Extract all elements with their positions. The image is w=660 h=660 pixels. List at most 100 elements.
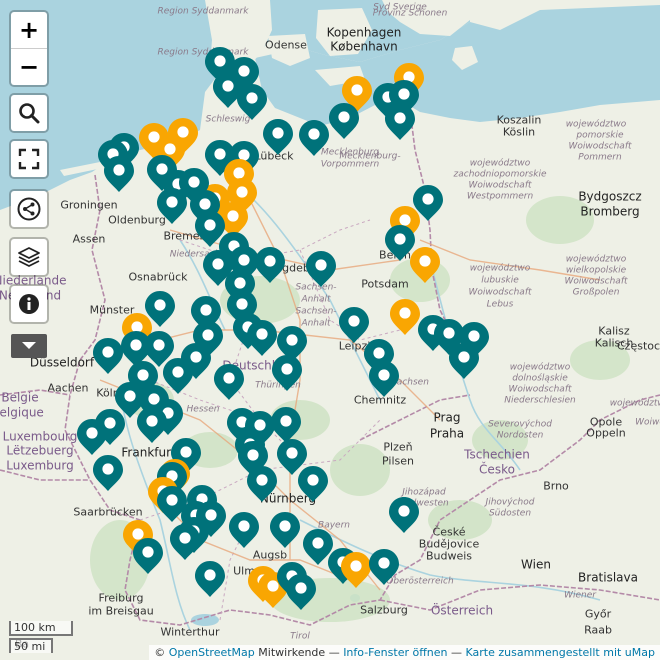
map-marker-teal[interactable] (368, 360, 400, 398)
map-marker-teal[interactable] (236, 83, 268, 121)
map-label: województwo (609, 398, 660, 409)
map-marker-teal[interactable] (169, 523, 201, 561)
map-marker-teal[interactable] (156, 187, 188, 225)
map-label: Tschechien (464, 447, 530, 462)
map-marker-teal[interactable] (76, 418, 108, 456)
map-label: Salzburg (360, 603, 408, 617)
map-label: Region Syddanmark (157, 6, 249, 17)
map-label: Woiwodschaft (468, 287, 532, 298)
fullscreen-button[interactable] (11, 141, 47, 177)
map-label: Düsseldorf (29, 355, 95, 370)
map-marker-teal[interactable] (136, 406, 168, 444)
map-marker-teal[interactable] (269, 511, 301, 549)
map-marker-teal[interactable] (194, 560, 226, 598)
layers-icon (18, 247, 40, 267)
attribution: © OpenStreetMap Mitwirkende — Info-Fenst… (149, 645, 660, 660)
map-label: wielkopolskie (565, 265, 627, 276)
map-marker-teal[interactable] (285, 573, 317, 611)
map-label: województwo (469, 158, 531, 169)
map-label: Bromberg (580, 204, 640, 219)
map-label: województwo (469, 263, 531, 274)
map-label: Groningen (60, 198, 118, 212)
map-label: Potsdam (361, 277, 409, 291)
map-label: Prag (433, 410, 461, 425)
map-marker-teal[interactable] (448, 342, 480, 380)
map-label: Luxembourg (2, 429, 78, 444)
map-label: Woiwodschaft (568, 141, 632, 152)
umap-link[interactable]: Karte zusammengestellt mit uMap (466, 646, 656, 659)
map-label: Lëtzebuerg (6, 443, 74, 458)
info-icon (19, 294, 39, 314)
map-label: Niederlande (0, 273, 67, 288)
map-label: Woiwo (635, 417, 660, 428)
map-label: Österreich (430, 603, 494, 618)
map-marker-teal[interactable] (132, 537, 164, 575)
map-marker-teal[interactable] (254, 246, 286, 284)
map-label: zachodniopomorskie (453, 169, 547, 180)
share-button[interactable] (11, 191, 47, 227)
map-label: Raab (584, 623, 612, 637)
map-label: Koszalin (496, 113, 542, 127)
map-label: Woiwodschaft (564, 276, 628, 287)
map-label: Osnabrück (128, 270, 188, 284)
map-marker-teal[interactable] (103, 155, 135, 193)
map-label: województwo (565, 254, 627, 265)
map-label: lelgique (0, 405, 44, 420)
zoom-out-button[interactable]: − (11, 48, 47, 85)
map-marker-teal[interactable] (92, 454, 124, 492)
map-label: Sachsen- (295, 306, 337, 317)
map-label: Oppeln (586, 426, 626, 440)
map-marker-teal[interactable] (262, 118, 294, 156)
chevron-down-icon (22, 342, 36, 349)
scale-km: 100 km (9, 621, 73, 636)
map-marker-teal[interactable] (246, 465, 278, 503)
layers-button[interactable] (11, 239, 47, 275)
map-label: Jihovýchod (485, 497, 535, 508)
map-marker-teal[interactable] (297, 465, 329, 503)
map-label: Wien (521, 557, 551, 572)
map-label: Winterthur (160, 625, 220, 639)
map-label: Provinz Schonen (372, 8, 448, 19)
scale-mi: 50 mi (9, 638, 53, 653)
more-controls-button[interactable] (11, 334, 47, 358)
map-label: Kopenhagen (326, 25, 402, 40)
map-label: Wiener (564, 590, 596, 601)
map-marker-teal[interactable] (92, 337, 124, 375)
search-icon (19, 103, 40, 124)
map-label: Česko (479, 462, 515, 477)
map-label: pomorskie (576, 130, 624, 141)
map-label: Budweis (425, 549, 473, 563)
map-marker-teal[interactable] (298, 119, 330, 157)
map-marker-teal[interactable] (246, 319, 278, 357)
map-label: Großpolen (572, 287, 620, 298)
map-label: Częstoch (616, 339, 660, 353)
separator: — (328, 646, 340, 659)
map-marker-orange[interactable] (409, 246, 441, 284)
map-label: Woiwodschaft (468, 180, 532, 191)
map-label: Belgie (1, 390, 39, 405)
map-label: Kalisz (598, 324, 630, 338)
search-button[interactable] (11, 95, 47, 131)
map-label: Praha (429, 426, 465, 441)
map-marker-teal[interactable] (228, 511, 260, 549)
map-label: Severovýchod (488, 419, 552, 430)
osm-link[interactable]: OpenStreetMap (169, 646, 255, 659)
map-label: Aachen (47, 381, 89, 395)
map-marker-teal[interactable] (384, 103, 416, 141)
map-marker-teal[interactable] (388, 496, 420, 534)
map-label: Bratislava (578, 570, 638, 585)
map-marker-teal[interactable] (328, 102, 360, 140)
map-label: Mecklenburg- (339, 151, 401, 162)
map-marker-teal[interactable] (368, 548, 400, 586)
map[interactable]: Kopenhagen København Syd Sverige Provinz Sc… (0, 0, 660, 660)
map-label: dolnośląskie (512, 373, 568, 384)
zoom-in-button[interactable]: + (11, 12, 47, 48)
zoom-control: + − (11, 12, 47, 85)
map-marker-teal[interactable] (271, 354, 303, 392)
map-label: Plzeň (383, 440, 413, 454)
map-marker-teal[interactable] (305, 250, 337, 288)
map-marker-teal[interactable] (213, 363, 245, 401)
info-button[interactable] (11, 286, 47, 322)
info-window-link[interactable]: Info-Fenster öffnen (343, 646, 447, 659)
share-icon (17, 197, 41, 221)
